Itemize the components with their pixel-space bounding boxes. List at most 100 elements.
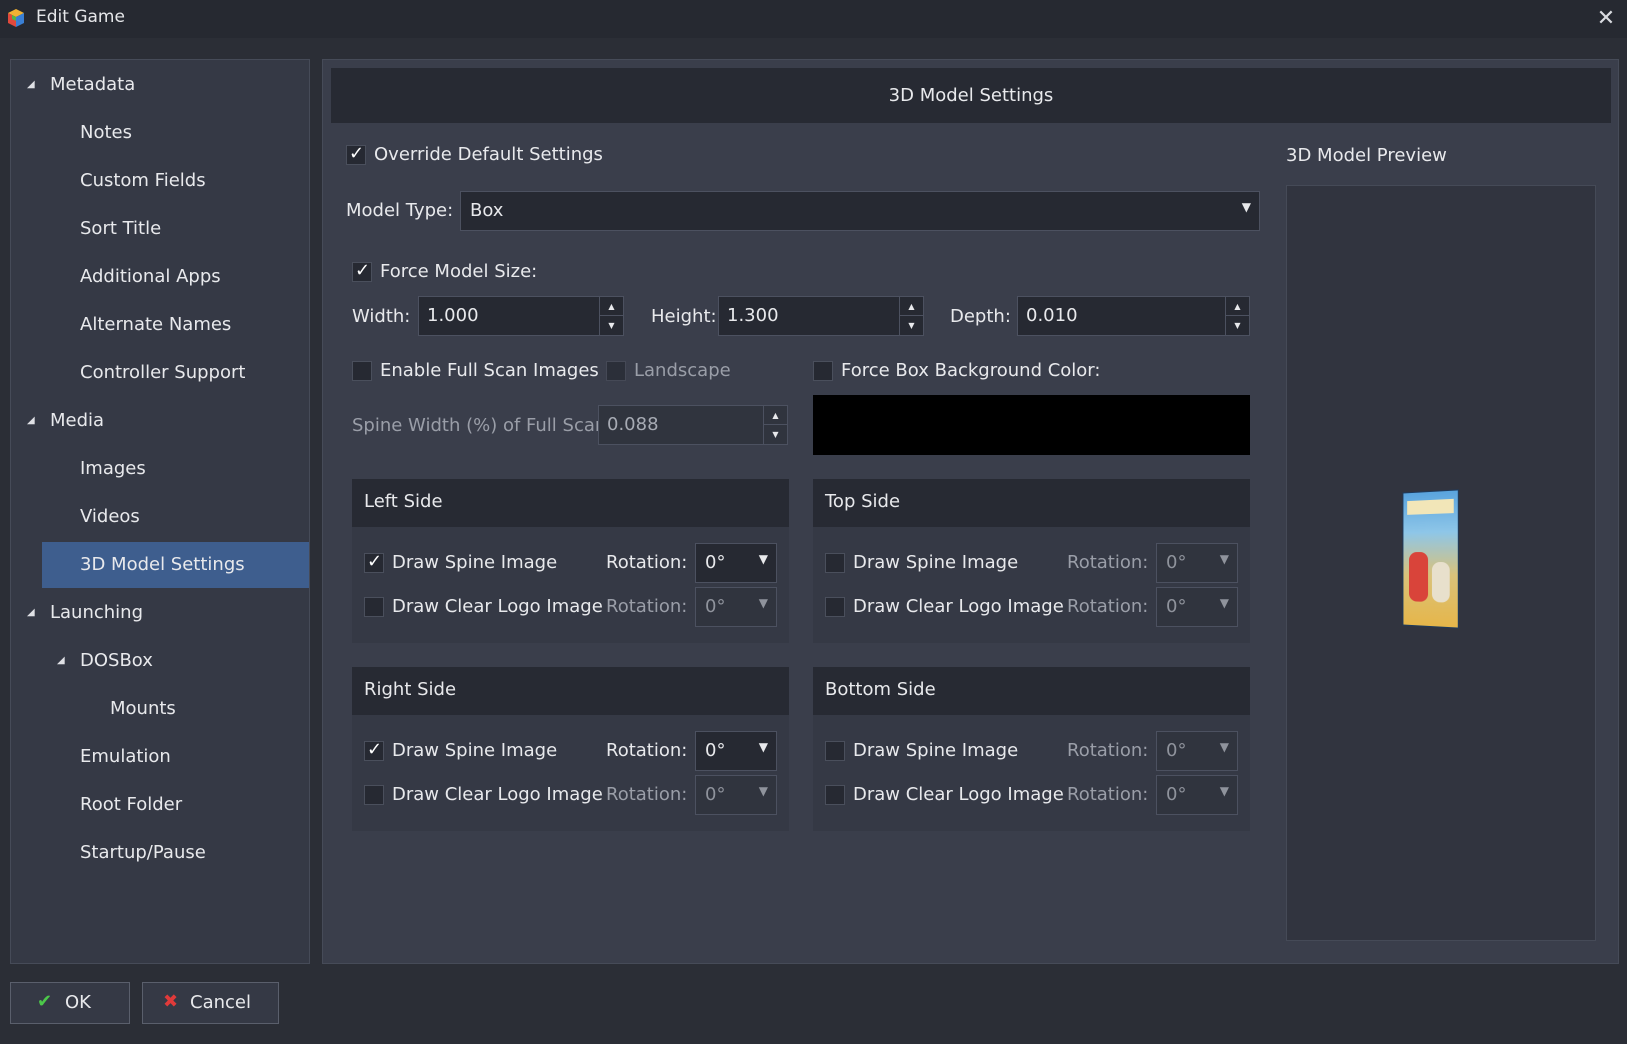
- ok-button[interactable]: ✔ OK: [10, 982, 130, 1024]
- cancel-button-label: Cancel: [190, 992, 251, 1013]
- depth-spinner[interactable]: 0.010 ▲ ▼: [1017, 296, 1250, 336]
- top-draw-logo-checkbox[interactable]: [825, 597, 845, 617]
- right-spine-rotation-dropdown[interactable]: 0° ▼: [695, 731, 777, 771]
- page-title: 3D Model Settings: [331, 68, 1611, 123]
- top-logo-rotation-dropdown[interactable]: 0° ▼: [1156, 587, 1238, 627]
- chevron-down-icon: ▼: [1219, 784, 1229, 798]
- expand-arrow-icon[interactable]: ◢: [27, 590, 35, 636]
- box-background-color-swatch[interactable]: [813, 395, 1250, 455]
- sidebar-item-notes[interactable]: Notes: [11, 110, 309, 156]
- bottom-spine-rotation-label: Rotation:: [1067, 740, 1149, 761]
- force-model-size-checkbox[interactable]: [352, 260, 372, 282]
- bottom-side-group: Bottom Side Draw Spine Image Rotation: 0…: [813, 667, 1250, 831]
- sidebar-item-metadata[interactable]: ◢ Metadata: [11, 62, 309, 108]
- rotation-value: 0°: [1166, 784, 1187, 805]
- expand-arrow-icon[interactable]: ◢: [27, 398, 35, 444]
- sidebar-item-dosbox[interactable]: ◢ DOSBox: [11, 638, 309, 684]
- sidebar-item-custom-fields[interactable]: Custom Fields: [11, 158, 309, 204]
- override-default-label: Override Default Settings: [374, 144, 603, 165]
- sidebar-item-sort-title[interactable]: Sort Title: [11, 206, 309, 252]
- spin-down-icon[interactable]: ▼: [600, 316, 623, 335]
- left-logo-rotation-label: Rotation:: [606, 596, 688, 617]
- height-spinner[interactable]: 1.300 ▲ ▼: [718, 296, 924, 336]
- spin-down-icon[interactable]: ▼: [900, 316, 923, 335]
- bottom-draw-logo-checkbox[interactable]: [825, 785, 845, 805]
- expand-arrow-icon[interactable]: ◢: [57, 638, 65, 684]
- sidebar-item-alternate-names[interactable]: Alternate Names: [11, 302, 309, 348]
- sidebar-item-label: Notes: [80, 122, 132, 143]
- spin-down-icon[interactable]: ▼: [1226, 316, 1249, 335]
- spin-down-icon[interactable]: ▼: [764, 425, 787, 444]
- landscape-checkbox[interactable]: [606, 361, 626, 381]
- spine-width-spinner[interactable]: 0.088 ▲ ▼: [598, 405, 788, 445]
- box-art-model: [1402, 489, 1459, 629]
- sidebar-item-media[interactable]: ◢ Media: [11, 398, 309, 444]
- sidebar-item-label: Metadata: [50, 74, 136, 95]
- sidebar-item-label: Alternate Names: [80, 314, 232, 335]
- right-draw-logo-checkbox[interactable]: [364, 785, 384, 805]
- left-logo-rotation-dropdown[interactable]: 0° ▼: [695, 587, 777, 627]
- sidebar-item-controller-support[interactable]: Controller Support: [11, 350, 309, 396]
- right-spine-rotation-label: Rotation:: [606, 740, 688, 761]
- preview-title: 3D Model Preview: [1286, 145, 1447, 166]
- sidebar-item-emulation[interactable]: Emulation: [11, 734, 309, 780]
- title-bar: Edit Game ✕: [0, 0, 1627, 38]
- spin-up-icon[interactable]: ▲: [900, 297, 923, 316]
- sidebar-item-label: Emulation: [80, 746, 171, 767]
- right-draw-spine-checkbox[interactable]: [364, 739, 384, 761]
- right-draw-spine-label: Draw Spine Image: [392, 740, 558, 761]
- window-title: Edit Game: [36, 7, 125, 27]
- spine-width-label: Spine Width (%) of Full Scan:: [352, 415, 613, 436]
- rotation-value: 0°: [705, 740, 726, 761]
- cancel-x-icon: ✖: [163, 991, 179, 1012]
- force-box-bg-label: Force Box Background Color:: [841, 360, 1101, 381]
- sidebar-item-label: Videos: [80, 506, 140, 527]
- left-draw-logo-label: Draw Clear Logo Image: [392, 596, 603, 617]
- spin-up-icon[interactable]: ▲: [600, 297, 623, 316]
- sidebar-item-label: Controller Support: [80, 362, 246, 383]
- sidebar-item-additional-apps[interactable]: Additional Apps: [11, 254, 309, 300]
- left-side-header: Left Side: [352, 479, 789, 527]
- enable-full-scan-checkbox[interactable]: [352, 361, 372, 381]
- enable-full-scan-label: Enable Full Scan Images: [380, 360, 599, 381]
- rotation-value: 0°: [705, 784, 726, 805]
- top-draw-logo-label: Draw Clear Logo Image: [853, 596, 1064, 617]
- left-draw-logo-checkbox[interactable]: [364, 597, 384, 617]
- 3d-model-preview[interactable]: [1286, 185, 1596, 941]
- right-logo-rotation-label: Rotation:: [606, 784, 688, 805]
- spine-width-value: 0.088: [607, 414, 659, 435]
- bottom-logo-rotation-label: Rotation:: [1067, 784, 1149, 805]
- box-art-logo: [1407, 498, 1454, 515]
- bottom-spine-rotation-dropdown[interactable]: 0° ▼: [1156, 731, 1238, 771]
- close-button[interactable]: ✕: [1590, 4, 1622, 34]
- right-logo-rotation-dropdown[interactable]: 0° ▼: [695, 775, 777, 815]
- left-draw-spine-checkbox[interactable]: [364, 551, 384, 573]
- rotation-value: 0°: [705, 596, 726, 617]
- expand-arrow-icon[interactable]: ◢: [27, 62, 35, 108]
- force-box-bg-checkbox[interactable]: [813, 361, 833, 381]
- bottom-draw-spine-checkbox[interactable]: [825, 741, 845, 761]
- sidebar-item-label: 3D Model Settings: [80, 554, 245, 575]
- sidebar-item-videos[interactable]: Videos: [11, 494, 309, 540]
- bottom-logo-rotation-dropdown[interactable]: 0° ▼: [1156, 775, 1238, 815]
- sidebar-item-3d-model-settings[interactable]: 3D Model Settings: [42, 542, 309, 588]
- model-type-label: Model Type:: [346, 200, 454, 221]
- spin-up-icon[interactable]: ▲: [1226, 297, 1249, 316]
- left-spine-rotation-dropdown[interactable]: 0° ▼: [695, 543, 777, 583]
- rotation-value: 0°: [1166, 740, 1187, 761]
- top-spine-rotation-dropdown[interactable]: 0° ▼: [1156, 543, 1238, 583]
- override-default-checkbox[interactable]: [346, 143, 366, 165]
- right-draw-logo-label: Draw Clear Logo Image: [392, 784, 603, 805]
- sidebar-item-launching[interactable]: ◢ Launching: [11, 590, 309, 636]
- sidebar-item-images[interactable]: Images: [11, 446, 309, 492]
- sidebar-item-root-folder[interactable]: Root Folder: [11, 782, 309, 828]
- width-spinner[interactable]: 1.000 ▲ ▼: [418, 296, 624, 336]
- top-draw-spine-checkbox[interactable]: [825, 553, 845, 573]
- sidebar-item-startup-pause[interactable]: Startup/Pause: [11, 830, 309, 876]
- model-type-dropdown[interactable]: Box ▼: [460, 191, 1260, 231]
- width-label: Width:: [352, 306, 411, 327]
- cancel-button[interactable]: ✖ Cancel: [142, 982, 279, 1024]
- sidebar-item-mounts[interactable]: Mounts: [11, 686, 309, 732]
- spin-up-icon[interactable]: ▲: [764, 406, 787, 425]
- right-side-header: Right Side: [352, 667, 789, 715]
